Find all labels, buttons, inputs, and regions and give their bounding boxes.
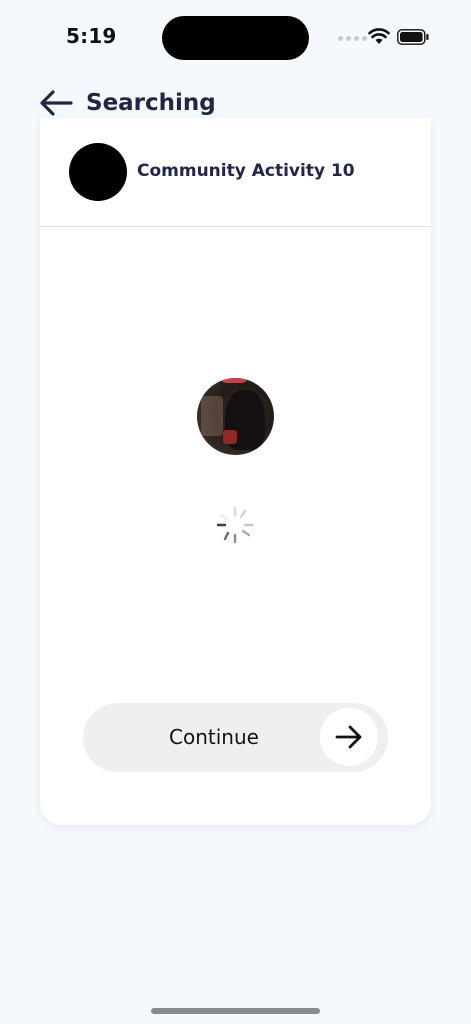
wifi-icon [368, 28, 390, 44]
continue-arrow-button[interactable] [320, 708, 378, 766]
status-time: 5:19 [66, 24, 117, 48]
status-bar: 5:19 [0, 0, 471, 70]
home-indicator[interactable] [151, 1008, 320, 1014]
loading-spinner-icon [216, 506, 254, 544]
battery-icon [397, 29, 429, 45]
cellular-signal-icon [338, 36, 367, 41]
continue-label: Continue [169, 725, 259, 749]
user-avatar [197, 378, 274, 455]
activity-avatar [69, 143, 127, 201]
dynamic-island [162, 16, 309, 60]
page-title: Searching [86, 90, 216, 116]
activity-header: Community Activity 10 [40, 118, 431, 227]
arrow-right-icon [335, 725, 362, 749]
back-arrow-icon[interactable] [38, 88, 74, 118]
page-header: Searching [38, 88, 216, 118]
continue-button[interactable]: Continue [83, 703, 388, 772]
activity-name: Community Activity 10 [137, 161, 355, 181]
search-card: Community Activity 10 Continue [40, 118, 431, 825]
